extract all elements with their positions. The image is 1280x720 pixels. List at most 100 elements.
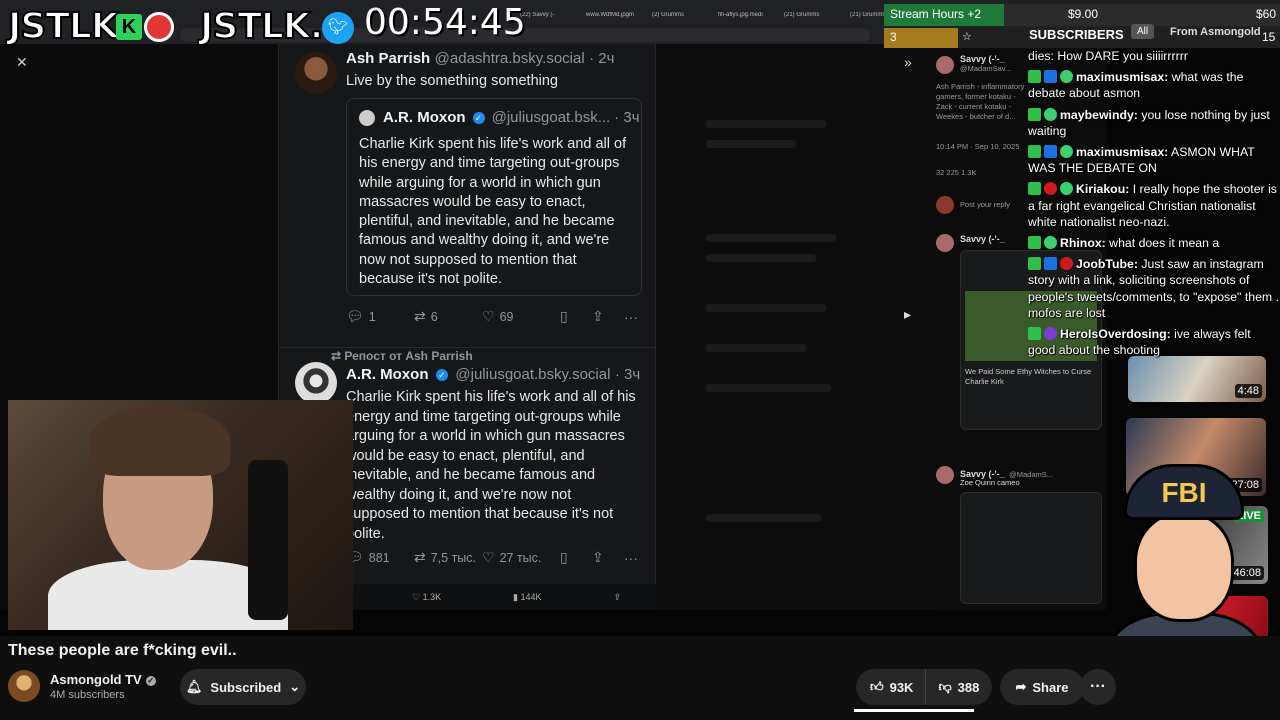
verified-icon: ✓ bbox=[472, 112, 485, 124]
like-stat-value: 1.3K bbox=[422, 591, 442, 602]
bell-icon: 🔔︎ bbox=[185, 679, 203, 694]
dislike-count: 388 bbox=[957, 679, 980, 695]
like-button[interactable]: ♡ 27 тыс. bbox=[482, 549, 560, 566]
sub-count: 3 bbox=[890, 30, 897, 44]
bookmark-button[interactable]: ▯ bbox=[560, 549, 592, 566]
goal-amount-target: $60 bbox=[1256, 7, 1277, 21]
repost-button[interactable]: ⇄ 7,5 тыс. bbox=[414, 549, 482, 566]
fbi-cap: FBI bbox=[1124, 464, 1244, 520]
avatar bbox=[936, 234, 954, 252]
faint-line bbox=[706, 514, 821, 522]
more-options-button[interactable]: ··· bbox=[624, 550, 648, 566]
repost-icon: ⇄ bbox=[414, 308, 426, 324]
chat-username: maximusmisax: bbox=[1076, 145, 1169, 160]
browser-tab: (22) Savvy (- bbox=[520, 12, 555, 18]
chat-message: Rhinox: what does it mean a bbox=[1028, 235, 1280, 251]
share-icon: ⇪ bbox=[613, 591, 621, 602]
goal-progress: Stream Hours +2 $9.00 $60 bbox=[884, 4, 1280, 26]
faint-line bbox=[706, 254, 816, 262]
bookmark-icon: ▯ bbox=[560, 549, 568, 565]
emote-badge-icon bbox=[1060, 70, 1073, 84]
share-label: Share bbox=[1032, 679, 1069, 695]
avatar bbox=[936, 196, 954, 214]
goal-amount-current: $9.00 bbox=[1068, 7, 1099, 21]
dislike-button[interactable]: 👎︎ 388 bbox=[926, 669, 991, 705]
video-player[interactable]: (22) Savvy (- www.WdfMd.jpgm (2) Grumms … bbox=[0, 0, 1280, 636]
fbi-caricature: FBI bbox=[1100, 464, 1270, 636]
webcam-hair bbox=[90, 406, 230, 476]
sub-badge-icon bbox=[1028, 257, 1041, 271]
prime-badge-icon bbox=[1044, 70, 1057, 84]
dimmed-right-panel bbox=[656, 44, 930, 610]
author-handle: @juliusgoat.bsk... bbox=[491, 109, 611, 126]
post-actions: 💬︎ 1 ⇄ 6 ♡ 69 ▯ ⇪ ··· bbox=[346, 308, 648, 325]
bookmark-icon: ▯ bbox=[560, 308, 568, 324]
like-count: 69 bbox=[499, 309, 514, 324]
faint-line bbox=[706, 344, 806, 352]
repost-label: Репост от Ash Parrish bbox=[344, 349, 473, 363]
stream-logo: JSTLK. bbox=[199, 5, 324, 48]
channel-avatar[interactable] bbox=[8, 670, 40, 702]
avatar bbox=[295, 52, 337, 94]
record-icon bbox=[144, 12, 174, 42]
quote-text: Charlie Kirk spent his life's work and a… bbox=[359, 136, 627, 288]
more-actions-button[interactable]: ··· bbox=[1080, 669, 1116, 705]
chat-username: maximusmisax: bbox=[1076, 70, 1169, 85]
chat-username: JoobTube: bbox=[1076, 257, 1138, 272]
stream-timer: 00:54:45 bbox=[364, 2, 526, 43]
post-time: · 2ч bbox=[589, 50, 615, 67]
author-name: Ash Parrish bbox=[346, 50, 431, 67]
browser-tab: (2) Grumms bbox=[652, 12, 684, 18]
channel-row: Asmongold TV ✓ 4M subscribers 🔔︎ Subscrib… bbox=[8, 668, 1272, 708]
reply-icon: 💬︎ bbox=[346, 308, 364, 324]
subscriber-count: 4M subscribers bbox=[50, 689, 125, 701]
chat-message: JoobTube: Just saw an instagram story wi… bbox=[1028, 256, 1280, 321]
tweet-timestamp: 10:14 PM · Sep 10, 2025 bbox=[936, 142, 1020, 151]
faint-line bbox=[706, 120, 826, 128]
reply-button[interactable]: 💬︎ 881 bbox=[346, 549, 414, 566]
author-name: A.R. Moxon bbox=[346, 366, 429, 383]
video-duration: 4:48 bbox=[1234, 384, 1262, 398]
next-arrow-icon[interactable]: ▸ bbox=[904, 306, 911, 323]
ellipsis-icon: ··· bbox=[624, 308, 638, 325]
emote-badge-icon bbox=[1044, 236, 1057, 250]
subscribed-label: Subscribed bbox=[210, 679, 282, 695]
purple-badge-icon bbox=[1044, 327, 1057, 341]
quote-header: A.R. Moxon ✓ @juliusgoat.bsk... · 3ч bbox=[359, 109, 640, 127]
prime-badge-icon bbox=[1044, 145, 1057, 159]
tweet-stats: 32 225 1.3K bbox=[936, 168, 977, 177]
sub-badge-icon bbox=[1028, 70, 1041, 84]
reply-button[interactable]: 💬︎ 1 bbox=[346, 308, 414, 325]
share-button[interactable]: ➦ Share bbox=[1000, 669, 1084, 705]
chevron-right-icon[interactable]: » bbox=[904, 54, 912, 70]
share-post-button[interactable]: ⇪ bbox=[592, 549, 624, 566]
quoted-post: A.R. Moxon ✓ @juliusgoat.bsk... · 3ч Cha… bbox=[346, 98, 642, 296]
chat-message: maybewindy: you lose nothing by just wai… bbox=[1028, 107, 1280, 139]
repost-indicator: ⇄ Репост от Ash Parrish bbox=[331, 349, 473, 363]
chat-username: Kiriakou: bbox=[1076, 182, 1130, 197]
share-post-button[interactable]: ⇪ bbox=[592, 308, 624, 325]
sub-badge-icon bbox=[1028, 182, 1041, 196]
prime-badge-icon bbox=[1044, 257, 1057, 271]
channel-name-text: Asmongold TV bbox=[50, 672, 142, 687]
channel-name[interactable]: Asmongold TV ✓ bbox=[50, 672, 156, 687]
repost-count: 7,5 тыс. bbox=[430, 550, 477, 565]
post-time: · 3ч bbox=[614, 366, 641, 383]
like-button[interactable]: 👍︎ 93K bbox=[856, 669, 927, 705]
filter-from: From Asmongold bbox=[1170, 26, 1261, 38]
verified-icon: ✓ bbox=[145, 676, 156, 686]
like-button[interactable]: ♡ 69 bbox=[482, 308, 560, 325]
sub-badge-icon bbox=[1028, 327, 1041, 341]
chevron-down-icon: ⌄ bbox=[289, 679, 301, 694]
chat-username: maybewindy: bbox=[1060, 107, 1138, 122]
repost-button[interactable]: ⇄ 6 bbox=[414, 308, 482, 325]
subscribed-button[interactable]: 🔔︎ Subscribed ⌄ bbox=[180, 669, 306, 705]
more-options-button[interactable]: ··· bbox=[624, 309, 648, 325]
view-stat-value: 144K bbox=[520, 591, 542, 602]
repost-count: 6 bbox=[430, 309, 438, 324]
emote-badge-icon bbox=[1044, 107, 1057, 121]
avatar bbox=[295, 362, 337, 404]
bookmark-button[interactable]: ▯ bbox=[560, 308, 592, 325]
faint-line bbox=[706, 304, 826, 312]
stream-logo: JSTLK bbox=[7, 5, 120, 48]
